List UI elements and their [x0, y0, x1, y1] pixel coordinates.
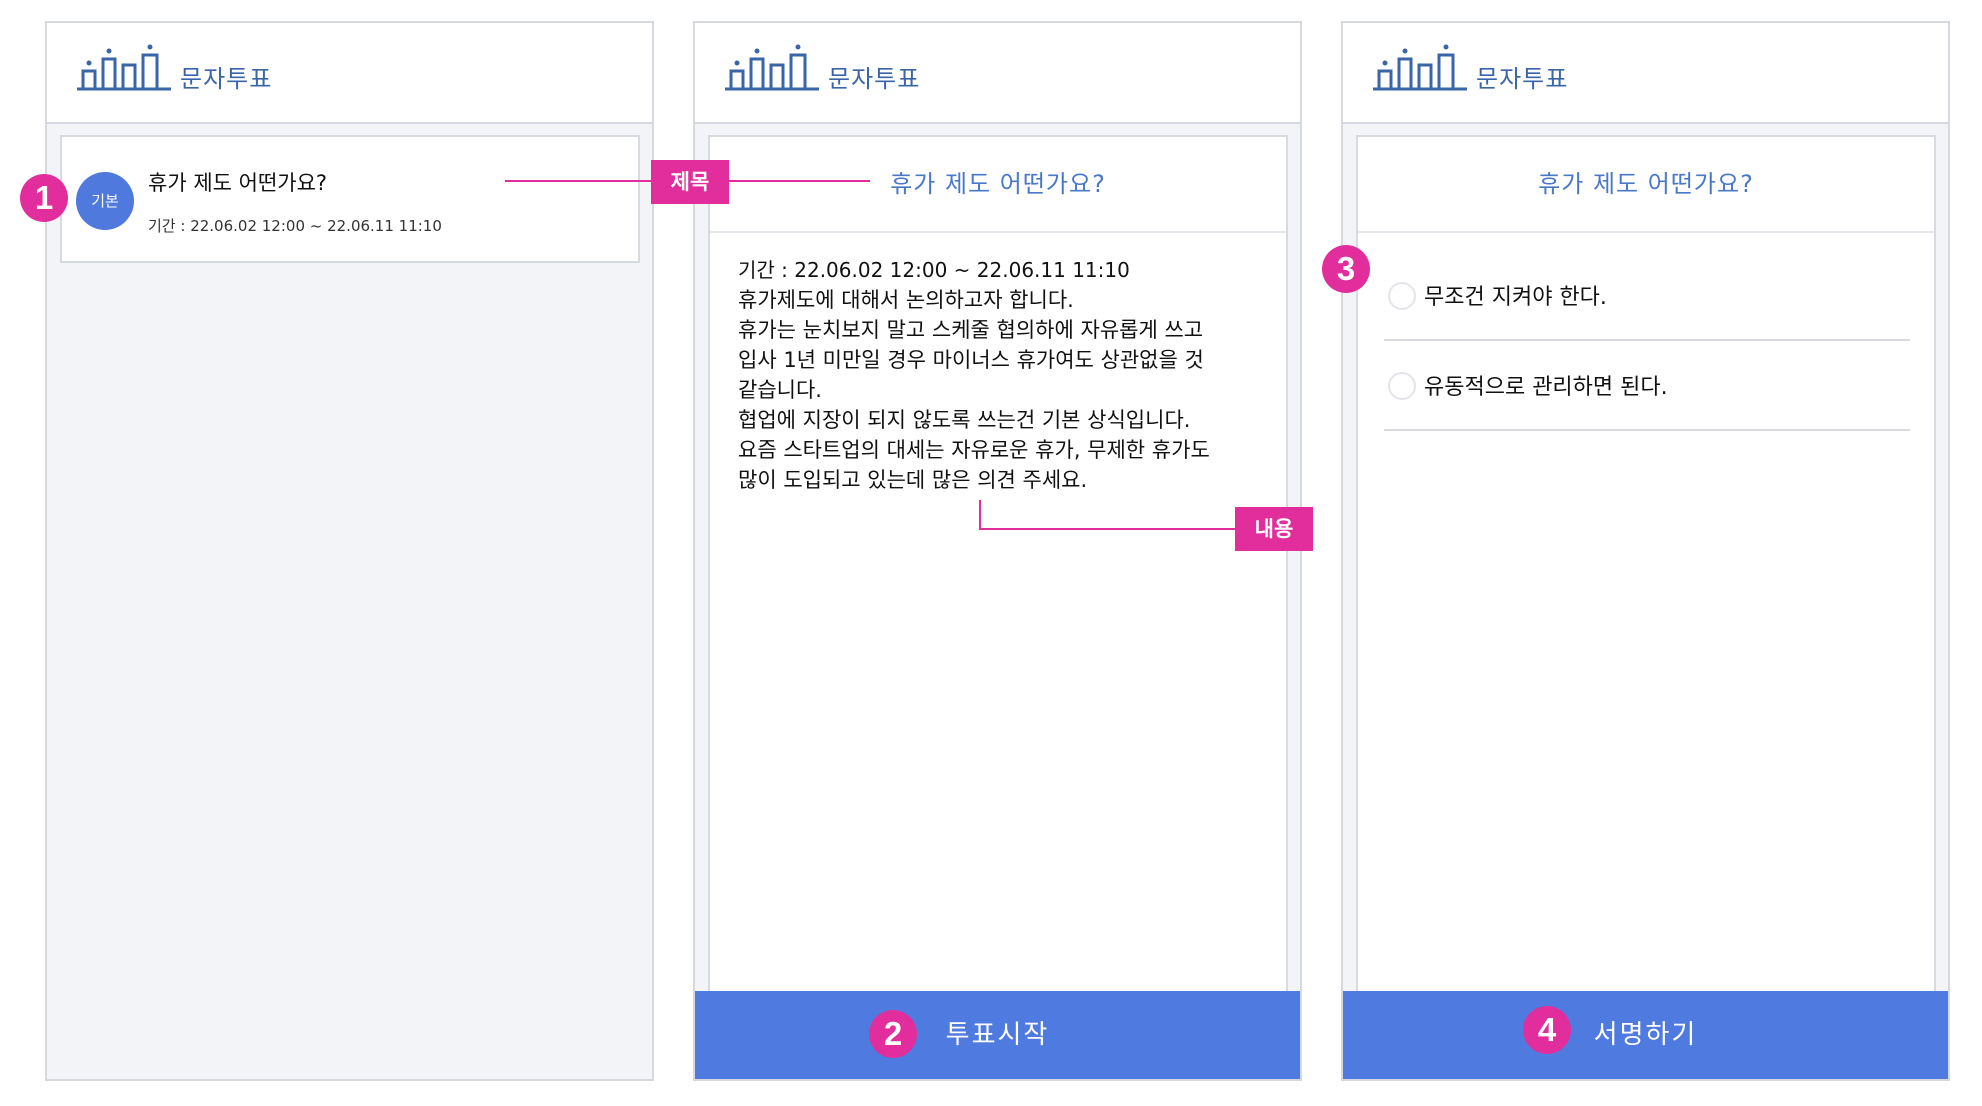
app-title: 문자투표	[1476, 65, 1569, 93]
app-title: 문자투표	[828, 65, 921, 93]
category-badge: 기본	[76, 172, 134, 230]
vote-options-panel: 휴가 제도 어떤가요? 무조건 지켜야 한다. 유동적으로 관리하면 된다.	[1356, 135, 1936, 995]
description-line: 입사 1년 미만일 경우 마이너스 휴가여도 상관없을 것	[738, 348, 1204, 372]
content-annotation-tag: 내용	[1235, 507, 1313, 551]
sign-button[interactable]: 서명하기	[1343, 991, 1948, 1079]
vote-title: 휴가 제도 어떤가요?	[148, 171, 328, 195]
app-title: 문자투표	[180, 65, 273, 93]
vote-period: 기간 : 22.06.02 12:00 ~ 22.06.11 11:10	[148, 217, 442, 235]
app-header: 문자투표	[695, 23, 1300, 124]
app-header: 문자투표	[1343, 23, 1948, 124]
description-line: 많이 도입되고 있는데 많은 의견 주세요.	[738, 468, 1088, 492]
screen-vote: 문자투표 휴가 제도 어떤가요? 무조건 지켜야 한다. 유동적으로 관리하면 …	[1341, 21, 1950, 1081]
description-line: 같습니다.	[738, 378, 822, 402]
annotation-marker-2: 2	[869, 1010, 917, 1058]
start-vote-button[interactable]: 투표시작	[695, 991, 1300, 1079]
annotation-marker-3: 3	[1322, 245, 1370, 293]
description-line: 요즘 스타트업의 대세는 자유로운 휴가, 무제한 휴가도	[738, 438, 1210, 462]
annotation-line	[726, 180, 870, 182]
option-label: 유동적으로 관리하면 된다.	[1424, 375, 1668, 400]
description-line: 휴가제도에 대해서 논의하고자 합니다.	[738, 288, 1074, 312]
description-line: 휴가는 눈치보지 말고 스케줄 협의하에 자유롭게 쓰고	[738, 318, 1204, 342]
vote-title: 휴가 제도 어떤가요?	[710, 137, 1286, 233]
building-logo-icon	[77, 44, 171, 91]
vote-title: 휴가 제도 어떤가요?	[1358, 137, 1934, 233]
annotation-marker-1: 1	[20, 174, 68, 222]
option-label: 무조건 지켜야 한다.	[1424, 285, 1607, 310]
description-line: 협업에 지장이 되지 않도록 쓰는건 기본 상식입니다.	[738, 408, 1191, 432]
vote-list-item[interactable]: 기본 휴가 제도 어떤가요? 기간 : 22.06.02 12:00 ~ 22.…	[60, 135, 640, 263]
annotation-line	[979, 500, 981, 530]
annotation-line	[979, 528, 1237, 530]
title-annotation-tag: 제목	[651, 160, 729, 204]
building-logo-icon	[1373, 44, 1467, 91]
radio-button[interactable]	[1388, 282, 1416, 310]
radio-button[interactable]	[1388, 372, 1416, 400]
vote-description: 기간 : 22.06.02 12:00 ~ 22.06.11 11:10 휴가제…	[738, 255, 1268, 495]
vote-detail-panel: 휴가 제도 어떤가요? 기간 : 22.06.02 12:00 ~ 22.06.…	[708, 135, 1288, 995]
vote-period: 기간 : 22.06.02 12:00 ~ 22.06.11 11:10	[738, 258, 1130, 282]
annotation-marker-4: 4	[1523, 1006, 1571, 1054]
building-logo-icon	[725, 44, 819, 91]
app-header: 문자투표	[47, 23, 652, 124]
annotation-line	[505, 180, 655, 182]
vote-option[interactable]: 유동적으로 관리하면 된다.	[1384, 341, 1910, 431]
vote-option[interactable]: 무조건 지켜야 한다.	[1384, 251, 1910, 341]
